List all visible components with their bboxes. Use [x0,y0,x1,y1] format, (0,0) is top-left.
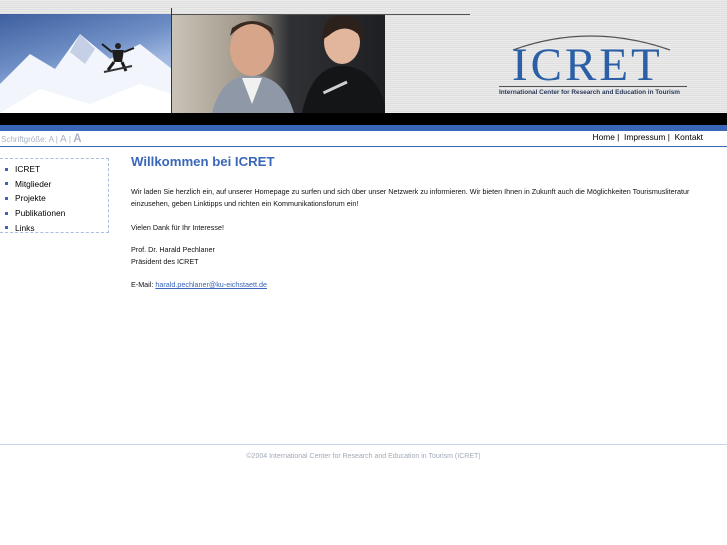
footer-copyright: ©2004 International Center for Research … [246,453,481,460]
bullet-icon [5,167,8,171]
toolbar: Schriftgröße: A | A | A Home | Impressum… [0,131,727,147]
sidebar-item-label: Projekte [15,193,46,204]
logo-subtitle: International Center for Research and Ed… [499,89,680,96]
banner-top-line [172,14,470,15]
icret-logo: ICRET International Center for Research … [495,28,690,103]
email-line: E-Mail: harald.pechlaner@ku-eichstaett.d… [131,279,267,291]
sidebar-item-label: Publikationen [15,208,66,219]
sidebar-item-icret[interactable]: ICRET [5,162,108,177]
font-size-switcher: Schriftgröße: A | A | A [1,133,82,145]
sidebar-item-publikationen[interactable]: Publikationen [5,206,108,221]
header-black-bar [0,113,727,125]
bullet-icon [5,196,8,200]
bullet-icon [5,211,8,215]
top-nav: Home | Impressum | Kontakt [592,132,703,142]
font-size-label: Schriftgröße: [1,135,47,144]
signature-role: Präsident des ICRET [131,257,199,266]
sidebar-item-label: ICRET [15,164,41,175]
sidebar-item-label: Links [15,222,35,233]
page-title: Willkommen bei ICRET [131,154,275,169]
email-label: E-Mail: [131,280,154,289]
logo-text: ICRET [512,39,663,91]
main-content: Willkommen bei ICRET Wir laden Sie herzl… [131,154,721,289]
skier-photo [0,14,172,113]
sidebar-item-links[interactable]: Links [5,220,108,235]
font-size-small[interactable]: A [49,135,54,144]
footer-divider [0,444,727,445]
signature-name: Prof. Dr. Harald Pechlaner [131,245,215,254]
font-size-large[interactable]: A [73,133,81,145]
nav-kontakt[interactable]: Kontakt [675,132,703,142]
signature: Prof. Dr. Harald Pechlaner Präsident des… [131,244,215,268]
banner-divider [171,8,172,113]
sidebar-item-mitglieder[interactable]: Mitglieder [5,177,108,192]
logo-rule [499,86,687,87]
nav-impressum[interactable]: Impressum [624,132,665,142]
font-size-medium[interactable]: A [60,134,67,145]
nav-home[interactable]: Home [593,132,615,142]
bullet-icon [5,226,8,230]
sidebar-menu: ICRET Mitglieder Projekte Publikationen … [0,158,109,233]
bullet-icon [5,182,8,186]
intro-text: Wir laden Sie herzlich ein, auf unserer … [131,187,690,208]
thanks-text: Vielen Dank für Ihr Interesse! [131,223,224,232]
people-photo [172,14,385,113]
sidebar-item-projekte[interactable]: Projekte [5,191,108,206]
header-banner: ICRET International Center for Research … [0,0,727,113]
sidebar-item-label: Mitglieder [15,178,52,189]
email-link[interactable]: harald.pechlaner@ku-eichstaett.de [155,280,267,289]
